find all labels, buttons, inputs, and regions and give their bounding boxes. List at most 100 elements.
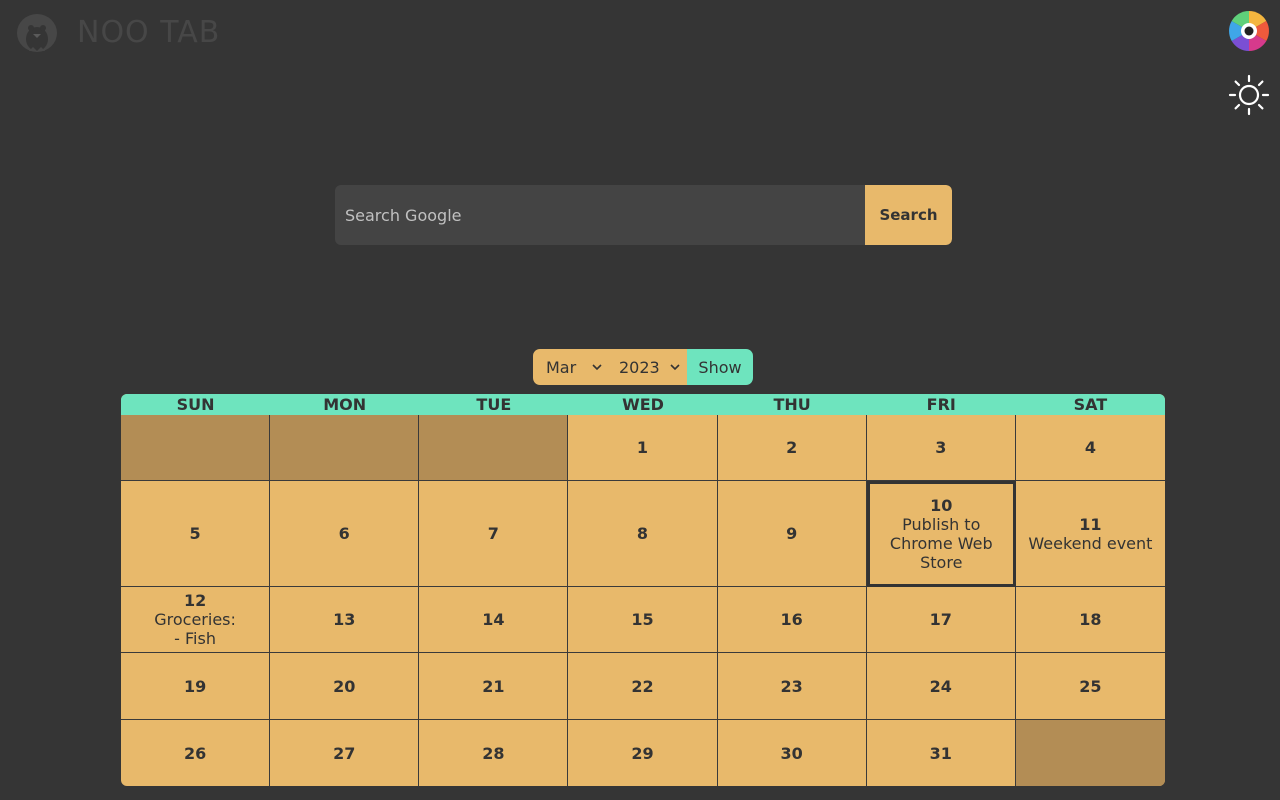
day-number: 1 xyxy=(636,438,649,457)
calendar-day-cell[interactable]: 17 xyxy=(866,587,1016,653)
calendar-weekday-header: SUN MON TUE WED THU FRI SAT xyxy=(121,394,1165,415)
search-input[interactable] xyxy=(335,185,865,245)
day-number: 9 xyxy=(786,524,798,543)
sun-icon xyxy=(1228,74,1270,116)
day-number: 19 xyxy=(183,676,207,696)
month-picker: Mar 2023 Show xyxy=(533,349,753,385)
month-select-value: Mar xyxy=(546,357,577,377)
weekday-label: TUE xyxy=(476,395,512,414)
day-number: 7 xyxy=(487,524,499,543)
day-number: 16 xyxy=(780,610,803,629)
penguin-icon xyxy=(17,14,57,52)
calendar-empty-cell xyxy=(270,415,420,481)
calendar-day-cell[interactable]: 16 xyxy=(717,587,867,653)
calendar-day-cell[interactable]: 9 xyxy=(717,481,867,587)
weekday-label: SUN xyxy=(176,395,215,414)
day-number: 28 xyxy=(482,743,505,763)
weekday-label: SAT xyxy=(1073,395,1108,414)
day-number: 5 xyxy=(189,524,201,543)
calendar-day-cell[interactable]: 4 xyxy=(1015,415,1165,481)
weekday-label: THU xyxy=(773,395,811,414)
calendar-day-cell[interactable]: 13 xyxy=(270,587,420,653)
color-theme-button[interactable] xyxy=(1228,10,1270,52)
chevron-down-icon xyxy=(670,364,680,371)
event-text: Store xyxy=(920,553,963,572)
day-number: 2 xyxy=(786,438,798,457)
day-number: 11 xyxy=(1079,514,1102,534)
day-number: 26 xyxy=(183,743,207,763)
day-number: 3 xyxy=(935,438,947,457)
day-number: 30 xyxy=(780,743,803,763)
day-number: 20 xyxy=(333,676,356,696)
day-number: 22 xyxy=(631,676,654,696)
event-text: Publish to xyxy=(902,515,981,534)
calendar-day-cell[interactable]: 27 xyxy=(270,720,420,786)
calendar-day-cell[interactable]: 5 xyxy=(121,481,271,587)
calendar-day-cell[interactable]: 11 Weekend event xyxy=(1015,481,1165,587)
calendar-day-cell[interactable]: 28 xyxy=(419,720,569,786)
calendar-day-cell[interactable]: 29 xyxy=(568,720,718,786)
day-number: 24 xyxy=(929,676,952,696)
calendar-day-cell[interactable]: 8 xyxy=(568,481,718,587)
event-text: - Fish xyxy=(174,629,216,648)
day-number: 31 xyxy=(929,743,952,763)
calendar-day-cell[interactable]: 3 xyxy=(866,415,1016,481)
calendar-day-cell[interactable]: 6 xyxy=(270,481,420,587)
calendar-day-cell[interactable]: 2 xyxy=(717,415,867,481)
weekday-label: WED xyxy=(622,395,664,414)
calendar-day-cell[interactable]: 24 xyxy=(866,653,1016,720)
day-number: 21 xyxy=(482,676,505,696)
calendar-empty-cell xyxy=(419,415,569,481)
calendar: SUN MON TUE WED THU FRI SAT 1 2 3 4 5 6 7 8 9 10 P… xyxy=(121,394,1165,786)
calendar-grid: 1 2 3 4 5 6 7 8 9 10 Publish to Chrome Web Store 11 We… xyxy=(121,415,1165,786)
day-number: 23 xyxy=(780,676,803,696)
day-number: 14 xyxy=(482,610,505,629)
calendar-day-cell[interactable]: 15 xyxy=(568,587,718,653)
calendar-day-cell[interactable]: 1 xyxy=(568,415,718,481)
day-number: 12 xyxy=(183,591,207,610)
year-select[interactable]: 2023 xyxy=(609,349,687,385)
color-wheel-icon xyxy=(1229,11,1269,51)
day-number: 18 xyxy=(1079,610,1102,629)
show-button[interactable]: Show xyxy=(687,349,753,385)
calendar-day-cell[interactable]: 26 xyxy=(121,720,271,786)
day-number: 13 xyxy=(333,610,356,629)
calendar-empty-cell xyxy=(121,415,271,481)
calendar-day-cell[interactable]: 20 xyxy=(270,653,420,720)
theme-toggle-button[interactable] xyxy=(1228,74,1270,116)
calendar-day-cell[interactable]: 31 xyxy=(867,720,1016,786)
calendar-day-cell[interactable]: 23 xyxy=(717,653,867,720)
day-number: 25 xyxy=(1079,676,1102,696)
calendar-day-cell[interactable]: 12 Groceries: - Fish xyxy=(121,587,271,653)
calendar-day-cell[interactable]: 25 xyxy=(1015,653,1165,720)
calendar-day-cell[interactable]: 21 xyxy=(419,653,569,720)
app-logo-text: NOO TAB xyxy=(77,14,221,50)
calendar-day-cell-today[interactable]: 10 Publish to Chrome Web Store xyxy=(866,481,1016,587)
new-tab-page: NOO TAB Search Google Search Mar 2023 Sh… xyxy=(0,0,1280,800)
event-text: Groceries: xyxy=(154,610,236,629)
weekday-label: FRI xyxy=(926,395,956,414)
chevron-down-icon xyxy=(592,364,602,371)
weekday-label: MON xyxy=(323,395,367,414)
day-number: 29 xyxy=(631,743,654,763)
day-number: 10 xyxy=(930,496,953,515)
day-number: 4 xyxy=(1084,438,1096,457)
calendar-day-cell[interactable]: 14 xyxy=(419,587,569,653)
calendar-day-cell[interactable]: 18 xyxy=(1015,587,1165,653)
event-text: Weekend event xyxy=(1028,533,1153,553)
day-number: 27 xyxy=(333,743,356,763)
day-number: 8 xyxy=(636,524,649,543)
day-number: 15 xyxy=(631,610,654,629)
calendar-day-cell[interactable]: 19 xyxy=(121,653,271,720)
day-number: 17 xyxy=(929,610,952,629)
search-button[interactable]: Search xyxy=(865,185,952,245)
calendar-day-cell[interactable]: 30 xyxy=(718,720,867,786)
event-text: Chrome Web xyxy=(889,534,993,553)
calendar-day-cell[interactable]: 7 xyxy=(419,481,569,587)
app-logo: NOO TAB xyxy=(15,11,220,53)
calendar-day-cell[interactable]: 22 xyxy=(568,653,718,720)
month-select[interactable]: Mar xyxy=(533,349,609,385)
year-select-value: 2023 xyxy=(619,357,660,377)
calendar-empty-cell xyxy=(1015,720,1165,786)
day-number: 6 xyxy=(338,524,350,543)
